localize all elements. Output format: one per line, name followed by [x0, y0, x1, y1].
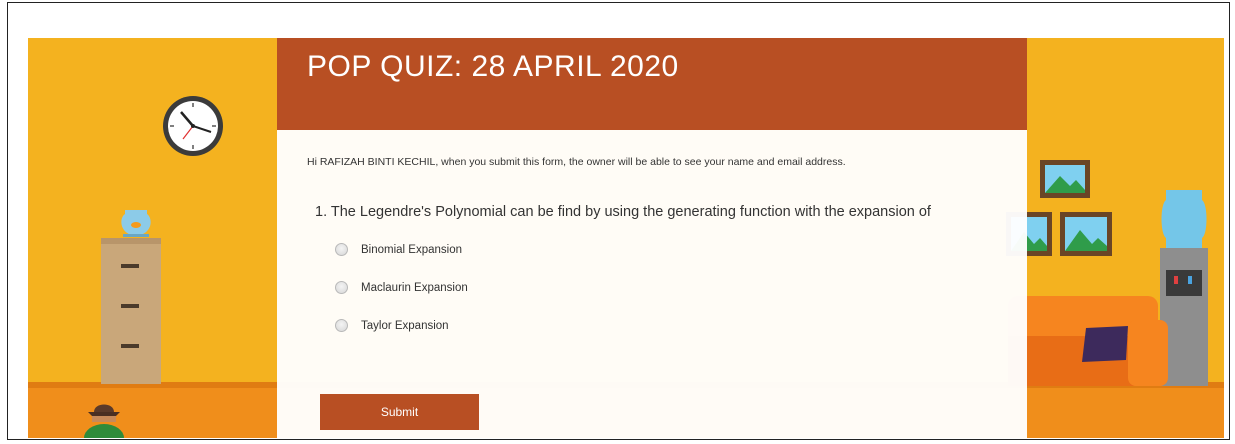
radio-button[interactable]	[335, 243, 348, 256]
radio-button[interactable]	[335, 319, 348, 332]
option-taylor[interactable]: Taylor Expansion	[335, 319, 449, 332]
option-label: Maclaurin Expansion	[361, 281, 468, 294]
option-binomial[interactable]: Binomial Expansion	[335, 243, 462, 256]
picture-frame-icon	[1040, 160, 1090, 198]
radio-button[interactable]	[335, 281, 348, 294]
option-maclaurin[interactable]: Maclaurin Expansion	[335, 281, 468, 294]
option-label: Binomial Expansion	[361, 243, 463, 256]
browser-frame: POP QUIZ: 28 APRIL 2020 Hi RAFIZAH BINTI…	[7, 2, 1230, 440]
themed-background: POP QUIZ: 28 APRIL 2020 Hi RAFIZAH BINTI…	[28, 38, 1224, 438]
filing-cabinet-icon	[101, 238, 161, 384]
form-card: POP QUIZ: 28 APRIL 2020 Hi RAFIZAH BINTI…	[277, 38, 1027, 438]
picture-frame-icon	[1060, 212, 1112, 256]
question-1: 1. The Legendre's Polynomial can be find…	[315, 204, 931, 220]
question-text: The Legendre's Polynomial can be find by…	[330, 204, 931, 220]
submit-button[interactable]: Submit	[320, 394, 479, 430]
identity-notice: Hi RAFIZAH BINTI KECHIL, when you submit…	[307, 156, 846, 168]
sofa-icon	[1008, 296, 1168, 386]
question-number: 1.	[315, 204, 328, 220]
form-header: POP QUIZ: 28 APRIL 2020	[277, 38, 1027, 130]
clock-icon	[163, 96, 223, 156]
hat-person-icon	[84, 404, 124, 438]
fishbowl-icon	[121, 210, 151, 237]
form-title: POP QUIZ: 28 APRIL 2020	[307, 50, 679, 83]
option-label: Taylor Expansion	[361, 319, 449, 332]
